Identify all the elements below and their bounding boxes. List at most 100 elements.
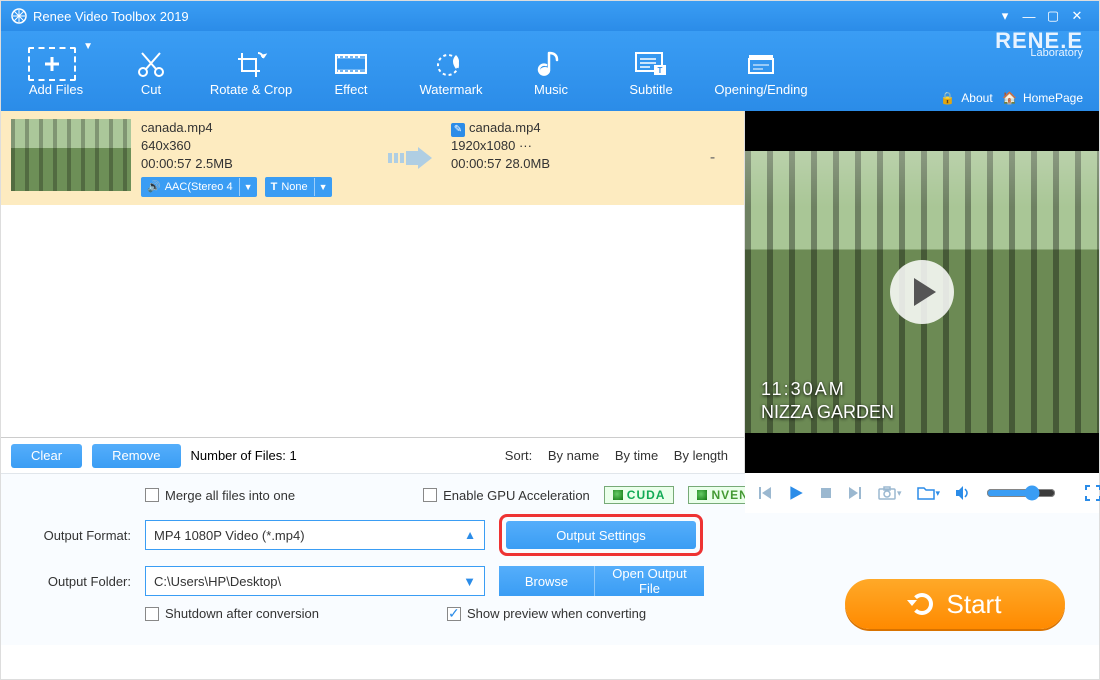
- content-area: canada.mp4 640x360 00:00:57 2.5MB 🔊AAC(S…: [1, 111, 1099, 473]
- music-button[interactable]: Music: [501, 31, 601, 111]
- arrow-icon: [381, 119, 441, 197]
- subtitle-icon: T: [632, 46, 670, 82]
- file-thumbnail: [11, 119, 131, 191]
- file-count: Number of Files: 1: [191, 448, 297, 463]
- filmstrip-icon: [332, 46, 370, 82]
- chevron-down-icon[interactable]: ▼: [314, 178, 332, 196]
- sort-by-time[interactable]: By time: [615, 448, 658, 463]
- rotate-crop-button[interactable]: Rotate & Crop: [201, 31, 301, 111]
- chevron-down-icon: ▼: [463, 574, 476, 589]
- cut-label: Cut: [141, 82, 161, 97]
- about-link[interactable]: About: [961, 91, 992, 105]
- add-files-button[interactable]: ▼ Add Files: [11, 31, 101, 111]
- droplet-icon: [434, 46, 468, 82]
- source-resolution: 640x360: [141, 137, 371, 155]
- refresh-icon: [909, 591, 935, 617]
- crop-icon: [234, 46, 268, 82]
- destination-filename: canada.mp4: [469, 120, 541, 135]
- window-maximize-icon[interactable]: ▢: [1041, 8, 1065, 24]
- preview-video[interactable]: 11:30AM NIZZA GARDEN: [745, 111, 1099, 473]
- header-links: 🔒 About 🏠 HomePage: [934, 91, 1083, 105]
- text-icon: T: [271, 178, 278, 196]
- skip-next-icon[interactable]: [847, 485, 863, 501]
- slate-icon: [743, 46, 779, 82]
- window-dropdown-icon[interactable]: ▾: [993, 8, 1017, 24]
- destination-duration-size: 00:00:57 28.0MB: [451, 155, 681, 173]
- sort-by-name[interactable]: By name: [548, 448, 599, 463]
- show-preview-checkbox[interactable]: Show preview when converting: [447, 606, 646, 621]
- home-icon: 🏠: [1002, 91, 1017, 105]
- progress-placeholder: -: [691, 149, 734, 167]
- edit-icon[interactable]: ✎: [451, 123, 465, 137]
- sort-by-length[interactable]: By length: [674, 448, 728, 463]
- open-output-file-button[interactable]: Open Output File: [594, 566, 704, 596]
- effect-button[interactable]: Effect: [301, 31, 401, 111]
- sort-group: Sort: By name By time By length: [499, 448, 734, 463]
- music-note-icon: [537, 46, 565, 82]
- output-folder-label: Output Folder:: [21, 574, 131, 589]
- output-format-dropdown[interactable]: MP4 1080P Video (*.mp4) ▲: [145, 520, 485, 550]
- titlebar: Renee Video Toolbox 2019 ▾ — ▢ ✕: [1, 1, 1099, 31]
- watermark-button[interactable]: Watermark: [401, 31, 501, 111]
- file-row[interactable]: canada.mp4 640x360 00:00:57 2.5MB 🔊AAC(S…: [1, 111, 744, 205]
- clear-button[interactable]: Clear: [11, 444, 82, 468]
- destination-info: ✎ canada.mp4 1920x1080 ··· 00:00:57 28.0M…: [451, 119, 681, 197]
- play-icon[interactable]: [787, 484, 805, 502]
- chevron-down-icon[interactable]: ▼: [83, 41, 93, 52]
- cuda-badge: CUDA: [604, 486, 675, 504]
- scissors-icon: [134, 46, 168, 82]
- window-minimize-icon[interactable]: —: [1017, 9, 1041, 24]
- opening-ending-button[interactable]: Opening/Ending: [701, 31, 821, 111]
- source-duration-size: 00:00:57 2.5MB: [141, 155, 371, 173]
- empty-list-area: [1, 205, 744, 437]
- opening-ending-label: Opening/Ending: [714, 82, 807, 97]
- chevron-up-icon: ▲: [464, 528, 476, 542]
- sort-label: Sort:: [505, 448, 532, 463]
- source-info: canada.mp4 640x360 00:00:57 2.5MB 🔊AAC(S…: [141, 119, 371, 197]
- output-format-label: Output Format:: [21, 528, 131, 543]
- preview-column: 11:30AM NIZZA GARDEN: [745, 111, 1099, 473]
- preview-overlay-text: 11:30AM NIZZA GARDEN: [761, 379, 894, 423]
- file-list-column: canada.mp4 640x360 00:00:57 2.5MB 🔊AAC(S…: [1, 111, 745, 473]
- source-filename: canada.mp4: [141, 119, 371, 137]
- stop-icon[interactable]: [819, 486, 833, 500]
- nvidia-icon: [613, 490, 623, 500]
- output-settings-highlight: Output Settings: [499, 514, 703, 556]
- homepage-link[interactable]: HomePage: [1023, 91, 1083, 105]
- destination-resolution: 1920x1080 ···: [451, 137, 681, 155]
- lock-icon: 🔒: [940, 91, 955, 105]
- cut-button[interactable]: Cut: [101, 31, 201, 111]
- main-toolbar: ▼ Add Files Cut Rotate & Crop Effect Wat…: [1, 31, 1099, 111]
- browse-button[interactable]: Browse: [499, 566, 594, 596]
- subtitle-dropdown[interactable]: TNone ▼: [265, 177, 332, 197]
- output-folder-field[interactable]: C:\Users\HP\Desktop\ ▼: [145, 566, 485, 596]
- volume-slider[interactable]: [986, 485, 1056, 501]
- music-label: Music: [534, 82, 568, 97]
- chevron-down-icon[interactable]: ▼: [239, 178, 257, 196]
- audio-codec-dropdown[interactable]: 🔊AAC(Stereo 4 ▼: [141, 177, 257, 197]
- volume-icon[interactable]: [954, 485, 972, 501]
- output-settings-button[interactable]: Output Settings: [506, 521, 696, 549]
- enable-gpu-checkbox[interactable]: Enable GPU Acceleration: [423, 488, 590, 503]
- subtitle-button[interactable]: T Subtitle: [601, 31, 701, 111]
- add-files-label: Add Files: [29, 82, 83, 97]
- skip-prev-icon[interactable]: [757, 485, 773, 501]
- open-folder-icon[interactable]: ▾: [916, 485, 941, 501]
- app-logo-icon: [11, 8, 27, 24]
- merge-files-checkbox[interactable]: Merge all files into one: [145, 488, 295, 503]
- shutdown-checkbox[interactable]: Shutdown after conversion: [145, 606, 319, 621]
- svg-text:T: T: [658, 66, 663, 75]
- rotate-crop-label: Rotate & Crop: [210, 82, 292, 97]
- speaker-icon: 🔊: [147, 178, 161, 196]
- list-footer: Clear Remove Number of Files: 1 Sort: By…: [1, 437, 744, 473]
- subtitle-label: Subtitle: [629, 82, 672, 97]
- add-files-icon: [28, 47, 76, 81]
- play-icon[interactable]: [890, 260, 954, 324]
- start-button[interactable]: Start: [845, 579, 1065, 629]
- snapshot-icon[interactable]: ▾: [877, 485, 902, 501]
- effect-label: Effect: [334, 82, 367, 97]
- fullscreen-icon[interactable]: [1084, 484, 1100, 502]
- nvidia-icon: [697, 490, 707, 500]
- remove-button[interactable]: Remove: [92, 444, 180, 468]
- window-close-icon[interactable]: ✕: [1065, 8, 1089, 24]
